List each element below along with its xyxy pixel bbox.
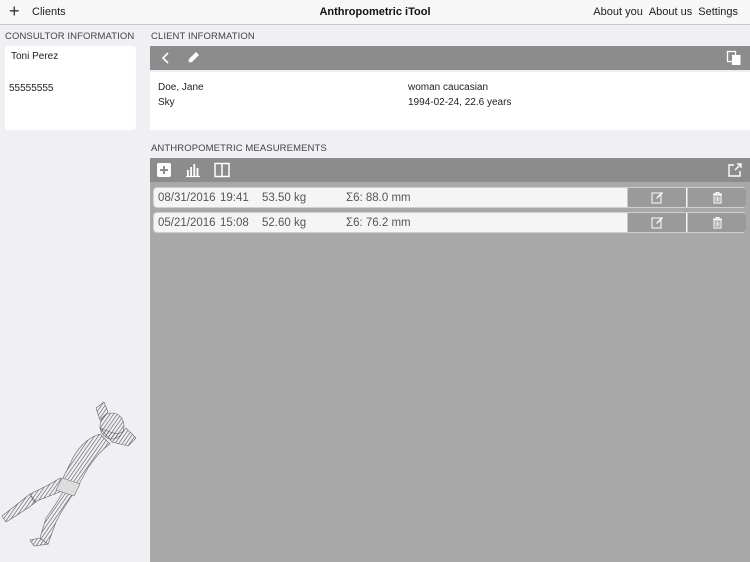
measurement-row[interactable]: 05/21/2016 15:08 52.60 kg Σ6: 76.2 mm [153, 212, 746, 233]
measurement-date: 05/21/2016 [158, 217, 216, 229]
plus-icon[interactable]: + [9, 2, 20, 20]
export-icon[interactable] [727, 162, 743, 178]
settings-button[interactable]: Settings [698, 6, 738, 18]
add-square-icon[interactable] [156, 162, 172, 178]
about-you-button[interactable]: About you [593, 6, 643, 18]
measurement-date: 08/31/2016 [158, 192, 216, 204]
edit-icon [651, 192, 663, 204]
measurements-section-label: ANTHROPOMETRIC MEASUREMENTS [151, 143, 327, 154]
client-toolbar [150, 46, 750, 70]
about-us-button[interactable]: About us [649, 6, 692, 18]
top-navigation-bar: + Clients Anthropometric iTool About you… [0, 0, 750, 25]
clients-button[interactable]: Clients [32, 6, 66, 18]
bar-chart-icon[interactable] [185, 162, 201, 178]
split-view-icon[interactable] [214, 162, 230, 178]
measurement-weight: 52.60 kg [262, 217, 307, 229]
measurement-row[interactable]: 08/31/2016 19:41 53.50 kg Σ6: 88.0 mm [153, 187, 746, 208]
edit-icon [651, 217, 663, 229]
client-birth-age: 1994-02-24, 22.6 years [408, 97, 512, 108]
measurements-toolbar [150, 158, 750, 182]
delete-measurement-button[interactable] [687, 188, 746, 207]
measurement-skinfold-sum: Σ6: 88.0 mm [346, 192, 411, 204]
measurement-weight: 53.50 kg [262, 192, 307, 204]
consultor-phone: 55555555 [9, 83, 54, 94]
top-nav-links: About you About us Settings [593, 6, 738, 18]
edit-measurement-button[interactable] [627, 188, 686, 207]
trash-icon [713, 217, 722, 229]
trash-icon [713, 192, 722, 204]
client-name: Doe, Jane [158, 82, 204, 93]
measurement-skinfold-sum: Σ6: 76.2 mm [346, 217, 411, 229]
client-sport: Sky [158, 97, 175, 108]
client-description: woman caucasian [408, 82, 489, 93]
delete-measurement-button[interactable] [687, 213, 746, 232]
chevron-left-icon[interactable] [158, 50, 174, 66]
consultor-name: Toni Perez [11, 51, 59, 62]
consultor-section-label: CONSULTOR INFORMATION [5, 31, 135, 42]
measurement-time: 19:41 [220, 192, 249, 204]
client-section-label: CLIENT INFORMATION [151, 31, 255, 42]
pencil-icon[interactable] [185, 50, 201, 66]
copy-icon[interactable] [726, 50, 742, 66]
edit-measurement-button[interactable] [627, 213, 686, 232]
measurement-time: 15:08 [220, 217, 249, 229]
sprinter-illustration [1, 401, 137, 547]
